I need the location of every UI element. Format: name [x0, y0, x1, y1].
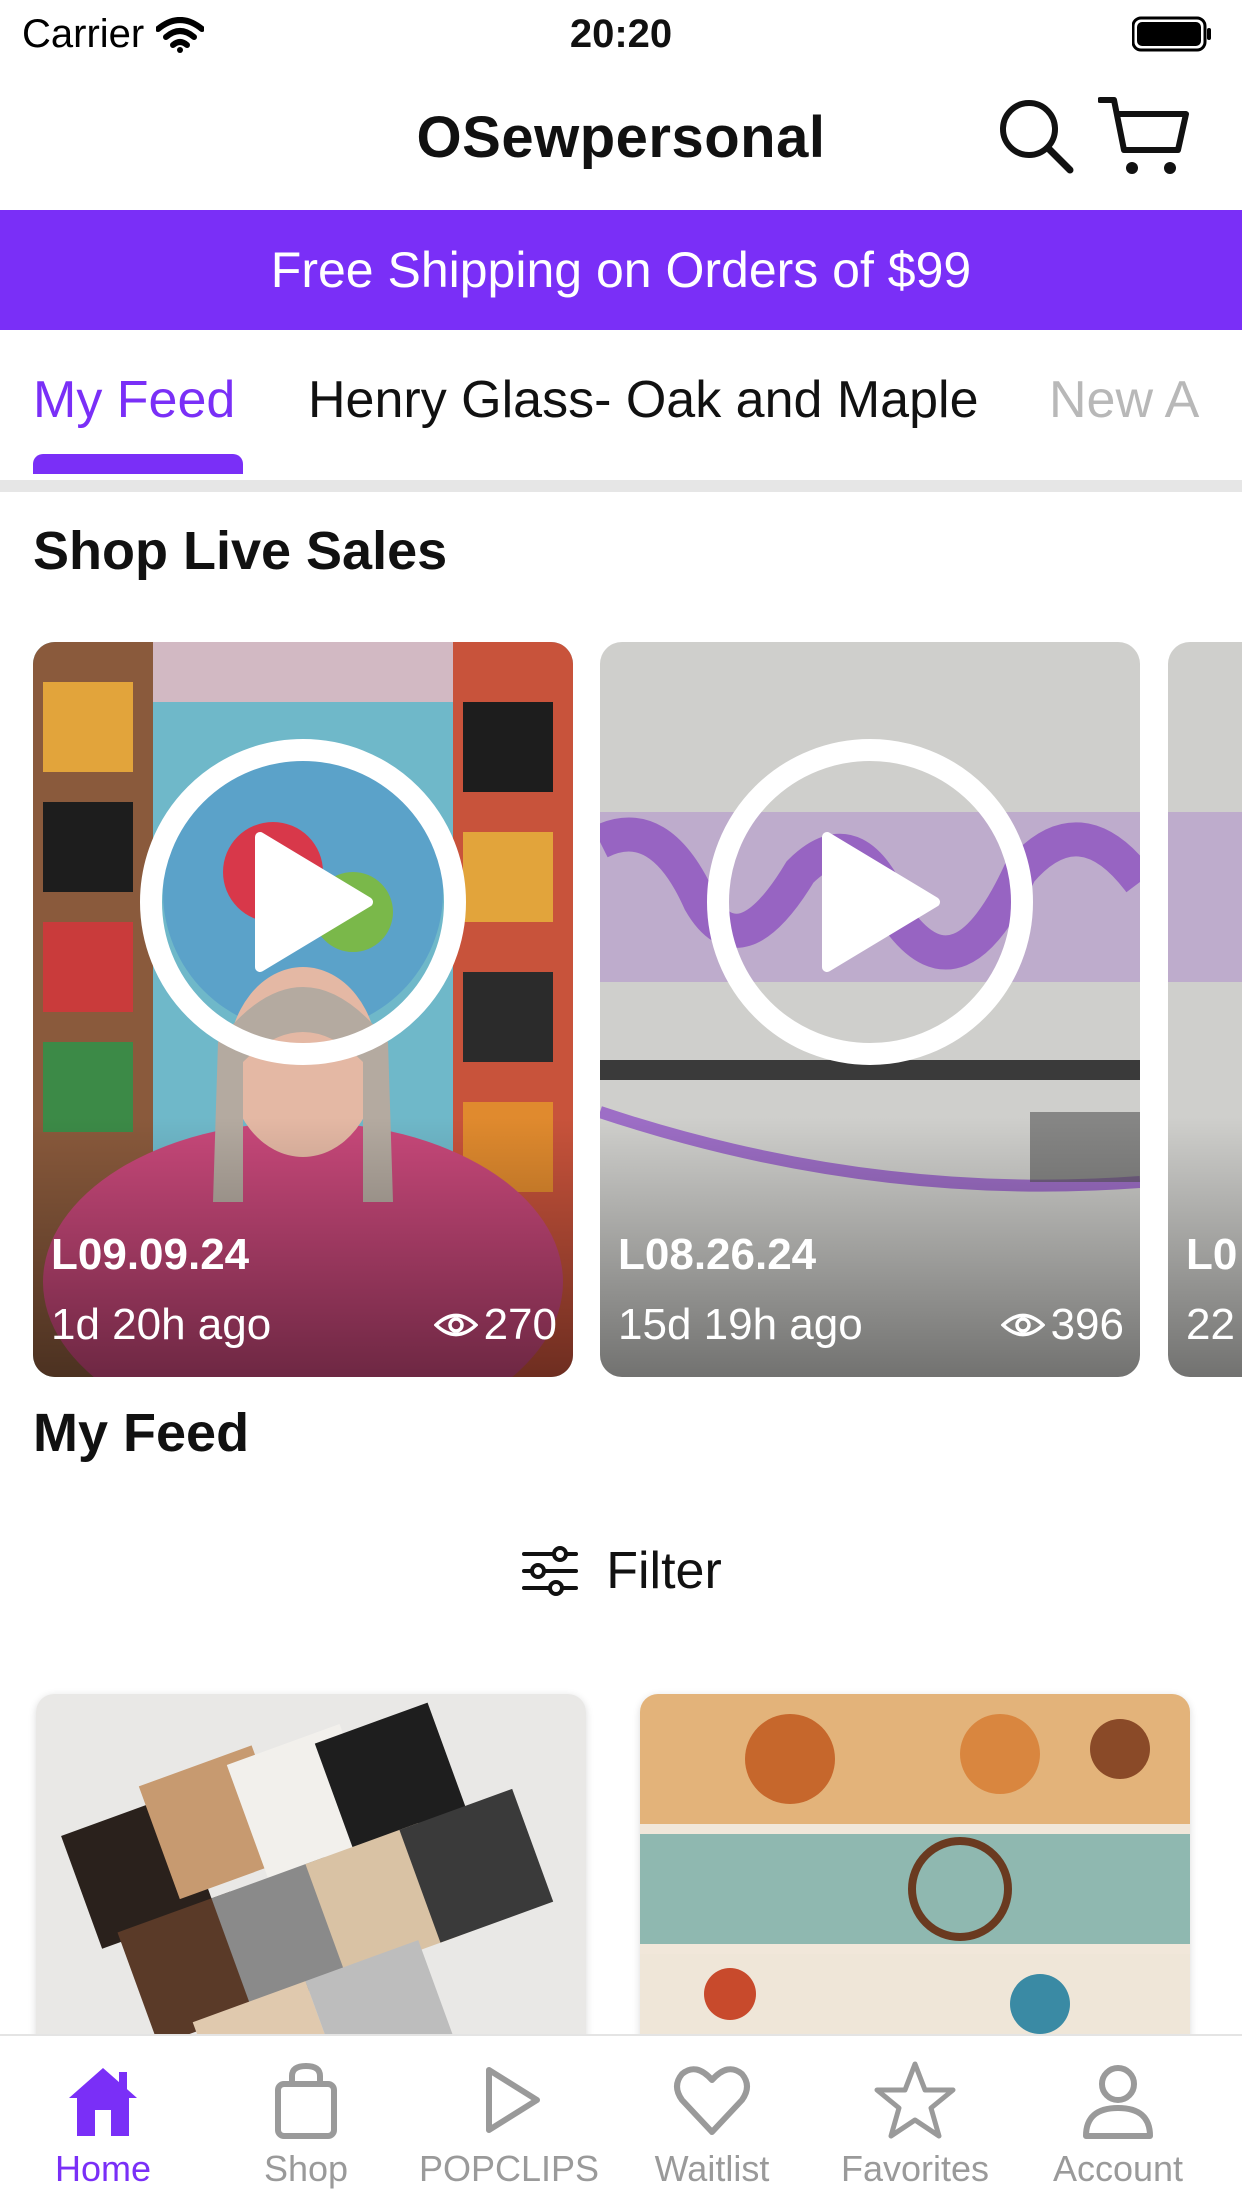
- person-icon: [1083, 2065, 1153, 2139]
- live-sale-code: L08.26.24: [618, 1230, 817, 1279]
- live-sale-views: 270: [433, 1300, 557, 1350]
- promo-text: Free Shipping on Orders of $99: [270, 242, 972, 298]
- play-icon[interactable]: [138, 737, 468, 1067]
- play-icon[interactable]: [705, 737, 1035, 1067]
- live-sale-views: 396: [1000, 1300, 1124, 1350]
- eye-icon: [1000, 1313, 1045, 1337]
- filter-label: Filter: [606, 1542, 722, 1600]
- live-sale-card[interactable]: L08.26.24 15d 19h ago 396: [600, 642, 1140, 1377]
- cart-icon[interactable]: [1098, 94, 1190, 178]
- product-image: [640, 1694, 1190, 2054]
- home-icon: [69, 2068, 137, 2136]
- nav-label: Shop: [263, 2148, 349, 2189]
- nav-account[interactable]: Account: [1015, 2058, 1221, 2190]
- tab-henry-glass[interactable]: Henry Glass- Oak and Maple: [308, 370, 979, 430]
- tab-my-feed[interactable]: My Feed: [33, 370, 235, 430]
- tab-new[interactable]: New A: [1049, 370, 1199, 430]
- sliders-icon: [522, 1546, 579, 1596]
- live-sales-title: Shop Live Sales: [33, 521, 448, 581]
- live-sale-code: L09.09.24: [51, 1230, 250, 1279]
- shopping-bag-icon: [275, 2062, 337, 2139]
- app-header: OSewpersonal: [0, 68, 1242, 210]
- heart-icon: [674, 2066, 750, 2135]
- play-icon: [486, 2067, 540, 2133]
- status-time: 20:20: [569, 12, 673, 56]
- category-tabs: My Feed Henry Glass- Oak and Maple New A: [0, 330, 1242, 480]
- view-count: 396: [1050, 1300, 1124, 1349]
- filter-button[interactable]: Filter: [0, 1536, 1242, 1606]
- nav-waitlist[interactable]: Waitlist: [609, 2058, 815, 2190]
- live-sale-time-ago: 1d 20h ago: [51, 1300, 272, 1349]
- tab-active-indicator: [33, 454, 243, 474]
- nav-favorites[interactable]: Favorites: [812, 2058, 1018, 2190]
- live-sale-code: L0: [1186, 1230, 1238, 1279]
- product-image: [36, 1694, 586, 2054]
- promo-banner[interactable]: Free Shipping on Orders of $99: [0, 210, 1242, 330]
- nav-label: POPCLIPS: [418, 2148, 600, 2189]
- live-sale-time-ago: 15d 19h ago: [618, 1300, 863, 1349]
- live-sale-time-ago: 22: [1186, 1300, 1235, 1349]
- product-card[interactable]: [640, 1694, 1190, 2054]
- nav-label: Waitlist: [654, 2148, 770, 2189]
- live-sale-card[interactable]: L0 22: [1168, 642, 1242, 1377]
- nav-shop[interactable]: Shop: [203, 2058, 409, 2190]
- nav-home[interactable]: Home: [0, 2058, 206, 2190]
- bottom-nav: Home Shop POPCLIPS Waitlist Favorites Ac…: [0, 2034, 1242, 2208]
- battery-icon: [1132, 16, 1211, 52]
- nav-label: Home: [54, 2148, 152, 2189]
- view-count: 270: [483, 1300, 557, 1349]
- product-card[interactable]: [36, 1694, 586, 2054]
- live-sales-carousel[interactable]: L09.09.24 1d 20h ago 270 L08.26.24 15d 1…: [0, 642, 1242, 1382]
- nav-popclips[interactable]: POPCLIPS: [406, 2058, 612, 2190]
- status-bar: Carrier 20:20: [0, 0, 1242, 68]
- nav-label: Favorites: [840, 2148, 990, 2189]
- feed-title: My Feed: [33, 1403, 250, 1463]
- eye-icon: [433, 1313, 478, 1337]
- nav-label: Account: [1052, 2148, 1184, 2189]
- star-icon: [874, 2061, 956, 2139]
- tabs-divider: [0, 480, 1242, 492]
- live-sale-card[interactable]: L09.09.24 1d 20h ago 270: [33, 642, 573, 1377]
- search-icon[interactable]: [996, 96, 1076, 176]
